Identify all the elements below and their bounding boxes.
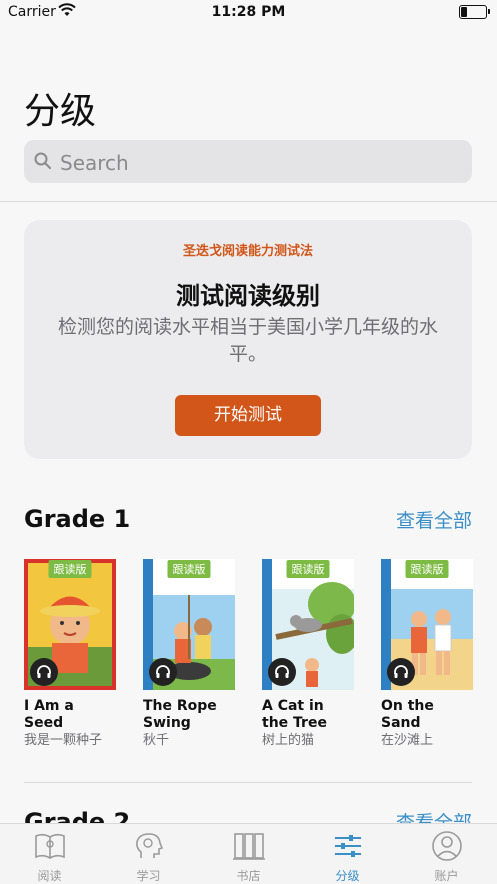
book-title-en: I Am a Seed — [24, 698, 74, 731]
headphones-icon — [268, 658, 296, 686]
section-divider — [24, 782, 472, 783]
tab-label: 账户 — [434, 869, 459, 883]
book-item[interactable]: 跟读版 I Am a Seed 我是一颗种子 — [24, 559, 116, 749]
book-title-zh: 秋千 — [143, 733, 170, 748]
sliders-icon — [331, 830, 365, 865]
brain-icon — [132, 830, 166, 865]
book-cover: 跟读版 — [24, 559, 116, 690]
bookshelf-icon — [232, 830, 266, 865]
book-title-en: A Cat in the Tree — [262, 698, 327, 731]
grade1-book-list: 跟读版 I Am a Seed 我是一颗种子 跟读版 The Rope Swin — [24, 559, 494, 759]
tab-label: 书店 — [236, 869, 261, 883]
reading-test-card: 圣迭戈阅读能力测试法 测试阅读级别 检测您的阅读水平相当于美国小学几年级的水平。… — [24, 220, 472, 459]
tab-label: 阅读 — [37, 869, 62, 883]
book-title-zh: 树上的猫 — [262, 733, 315, 748]
header-divider — [0, 201, 497, 202]
book-cover: 跟读版 — [143, 559, 235, 690]
tab-label: 学习 — [136, 869, 161, 883]
book-title-zh: 我是一颗种子 — [24, 733, 103, 748]
book-item[interactable]: 跟读版 On the Sand 在沙滩上 — [381, 559, 473, 749]
book-title-en: The Rope Swing — [143, 698, 217, 731]
book-title-en: On the Sand — [381, 698, 434, 731]
headphones-icon — [387, 658, 415, 686]
read-along-badge: 跟读版 — [405, 560, 449, 578]
tab-account[interactable]: 账户 — [397, 824, 496, 884]
test-card-description: 检测您的阅读水平相当于美国小学几年级的水平。 — [57, 316, 438, 365]
grade1-see-all-link[interactable]: 查看全部 — [396, 506, 472, 533]
book-item[interactable]: 跟读版 The Rope Swing 秋千 — [143, 559, 235, 749]
headphones-icon — [149, 658, 177, 686]
tab-bookstore[interactable]: 书店 — [199, 824, 298, 884]
book-item[interactable]: 跟读版 A Cat in the Tree 树上的猫 — [262, 559, 354, 749]
test-card-heading: 测试阅读级别 — [176, 282, 320, 310]
battery-icon — [459, 5, 490, 19]
search-icon — [34, 152, 51, 169]
status-bar: Carrier 11:28 PM — [0, 0, 497, 26]
read-along-badge: 跟读版 — [167, 560, 211, 578]
tab-learn[interactable]: 学习 — [99, 824, 198, 884]
clock: 11:28 PM — [211, 4, 286, 20]
tab-label: 分级 — [335, 869, 360, 883]
book-icon — [33, 830, 67, 865]
book-title-zh: 在沙滩上 — [381, 733, 434, 748]
search-bar[interactable] — [24, 140, 472, 185]
tab-bar: 阅读 学习 书店 分级 账户 — [0, 823, 497, 884]
tab-read[interactable]: 阅读 — [0, 824, 99, 884]
book-cover: 跟读版 — [381, 559, 473, 690]
tab-levels[interactable]: 分级 — [298, 824, 397, 884]
user-icon — [430, 830, 464, 865]
read-along-badge: 跟读版 — [48, 560, 92, 578]
headphones-icon — [30, 658, 58, 686]
start-test-button[interactable]: 开始测试 — [175, 395, 321, 436]
search-input[interactable] — [58, 140, 462, 185]
page-title: 分级 — [24, 91, 97, 132]
test-card-eyebrow: 圣迭戈阅读能力测试法 — [182, 244, 313, 259]
book-cover: 跟读版 — [262, 559, 354, 690]
grade1-title: Grade 1 — [24, 505, 131, 533]
read-along-badge: 跟读版 — [286, 560, 330, 578]
